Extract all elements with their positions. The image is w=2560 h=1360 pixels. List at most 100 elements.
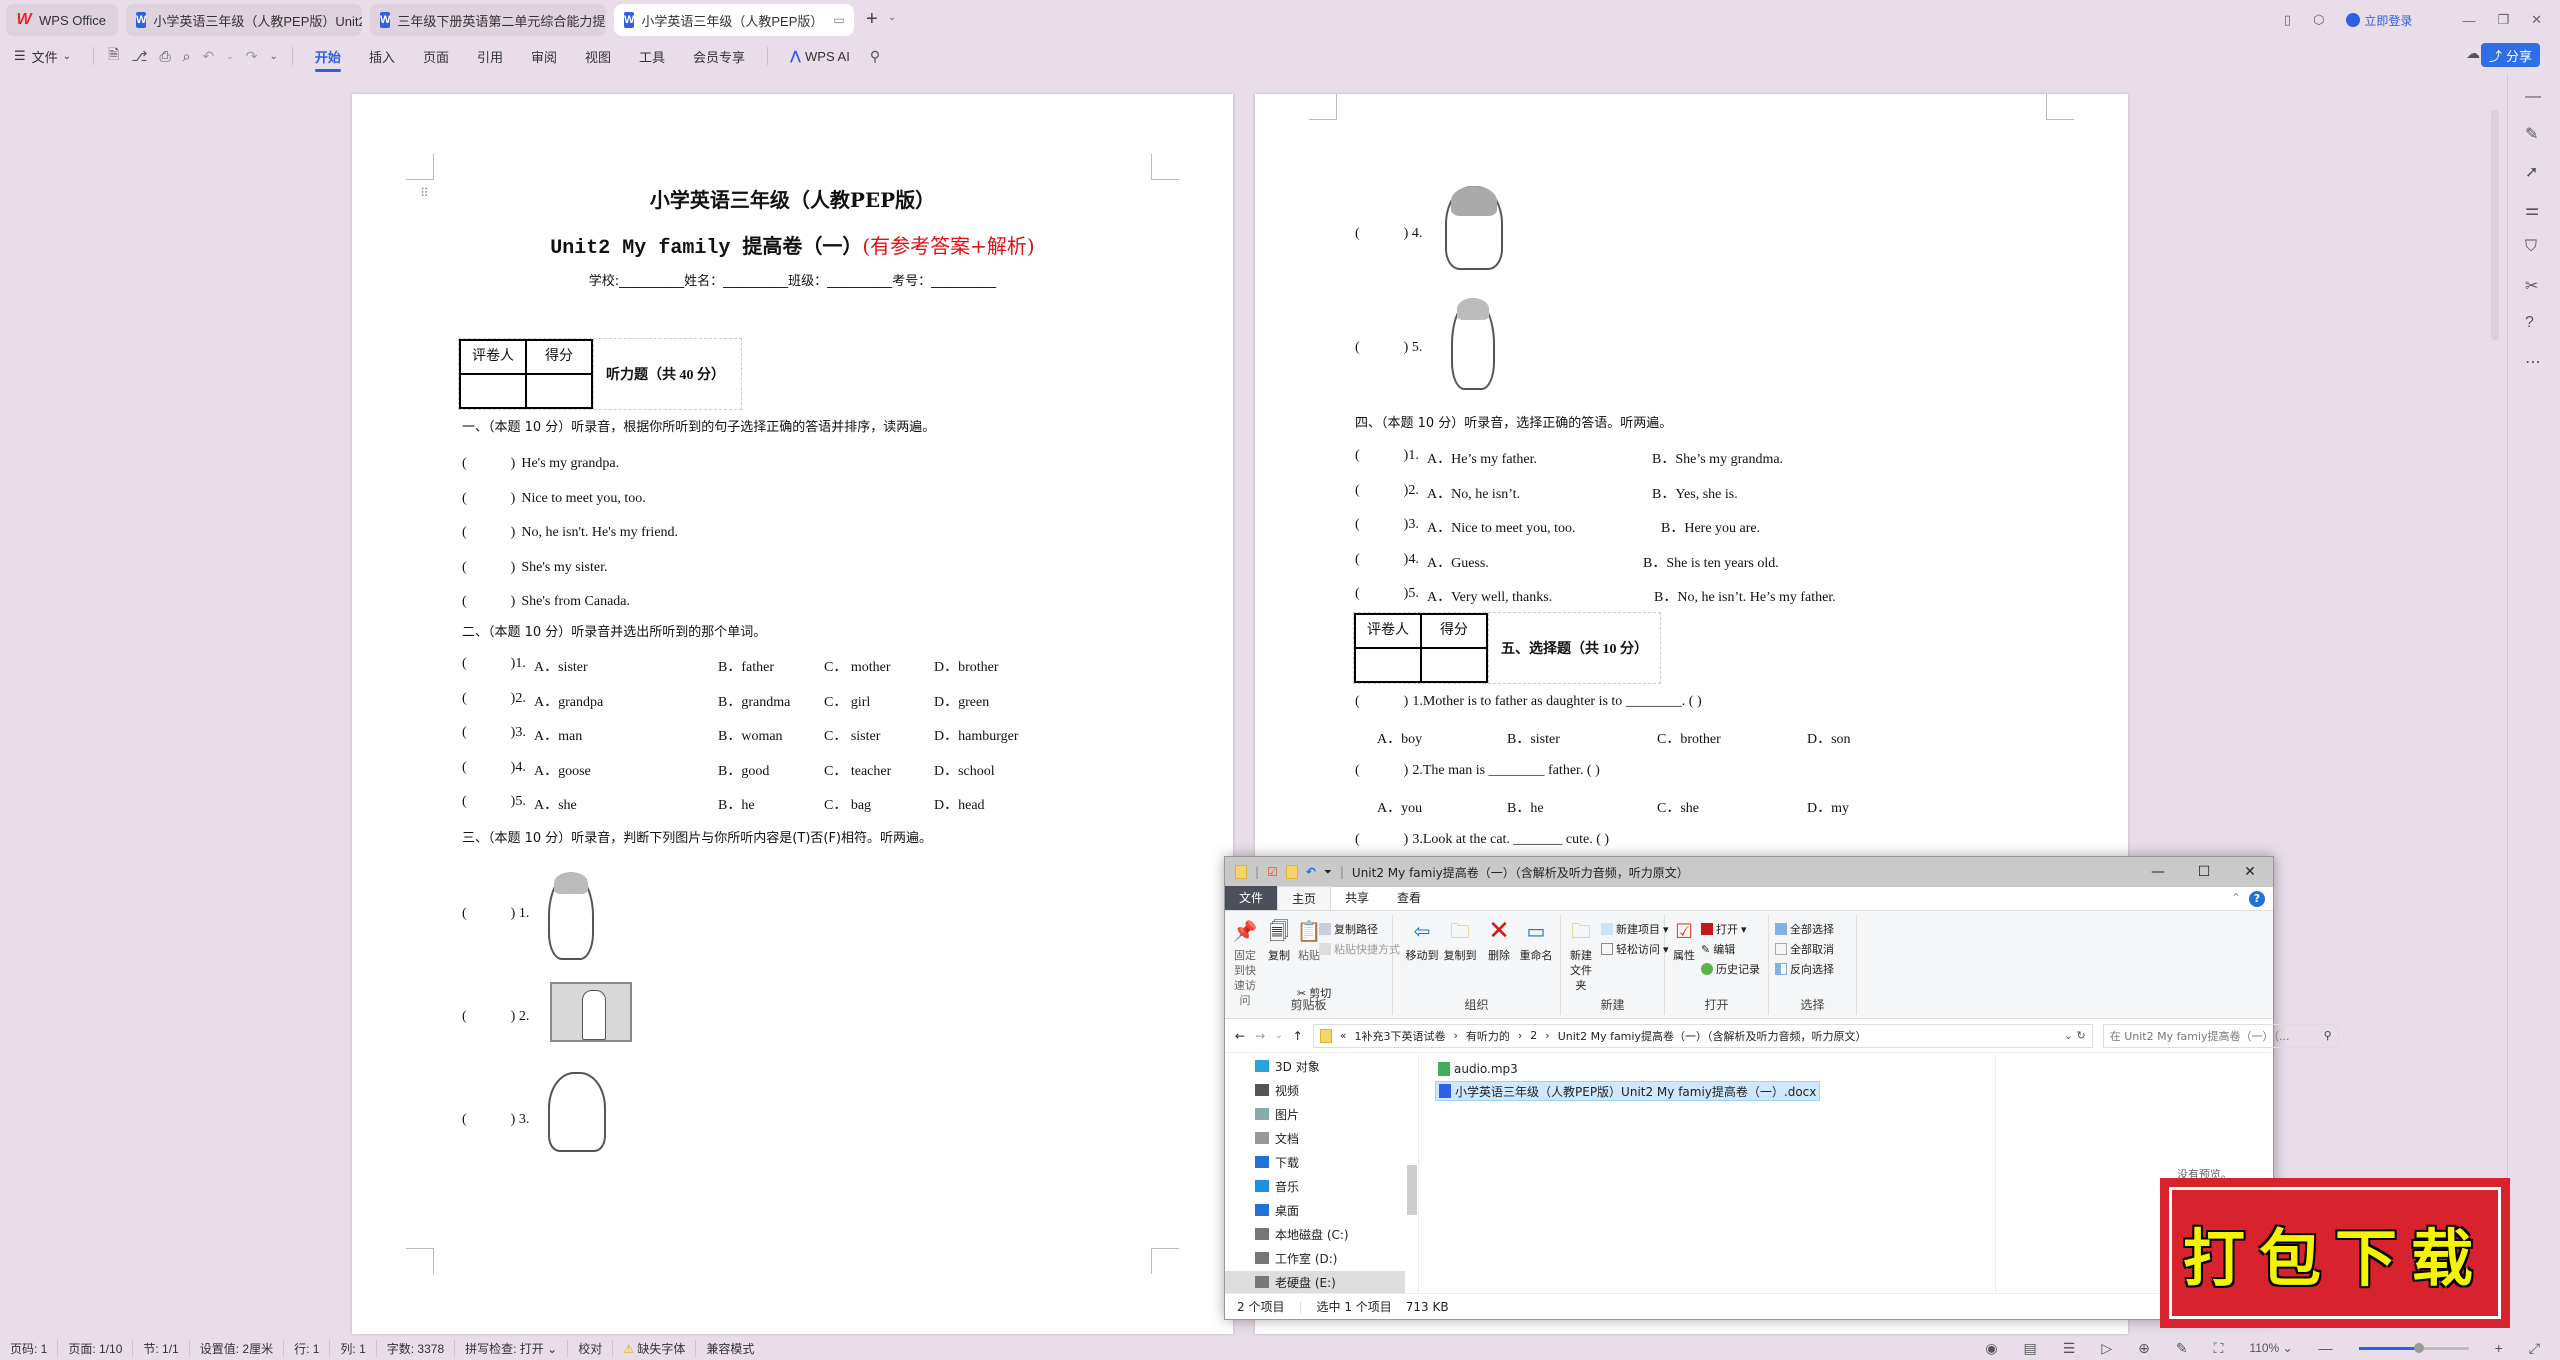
file-item[interactable]: audio.mp3 (1435, 1059, 1521, 1079)
play-icon[interactable]: ▷ (2101, 1340, 2112, 1357)
status-item[interactable]: 校对 (568, 1339, 614, 1357)
tab-document-active[interactable]: W 小学英语三年级（人教PEP版） ▭ ✕ (614, 4, 854, 36)
close-button[interactable]: ✕ (2227, 857, 2273, 887)
answer-blank[interactable]: () (462, 656, 515, 671)
answer-blank[interactable]: () (1355, 763, 1408, 778)
zoom-out-button[interactable]: — (2319, 1340, 2333, 1356)
breadcrumb-item[interactable]: 1补充3下英语试卷 (1354, 1028, 1445, 1044)
minimize-button[interactable]: — (2135, 857, 2181, 887)
fit-page-icon[interactable]: ⛶ (2214, 1340, 2224, 1357)
nav-item[interactable]: 工作室 (D:) (1255, 1247, 1337, 1269)
menu-membership[interactable]: 会员专享 (679, 40, 759, 72)
ribbon-tab-view[interactable]: 查看 (1383, 886, 1435, 910)
help-icon[interactable]: ? (2525, 314, 2534, 332)
wps-ai-button[interactable]: ⋀ WPS AI (776, 40, 864, 72)
login-button[interactable]: 立即登录 (2346, 12, 2412, 29)
zoom-slider[interactable] (2358, 1342, 2469, 1353)
answer-blank[interactable]: () (1355, 586, 1408, 601)
answer-blank[interactable]: () (1355, 552, 1408, 567)
cursor-icon[interactable]: ➚ (2525, 162, 2538, 182)
zoom-level[interactable]: 110% ⌄ (2249, 1341, 2292, 1355)
download-stamp-banner[interactable]: 打包下载 (2160, 1178, 2510, 1328)
print-preview-icon[interactable]: ⌕ (177, 48, 197, 65)
rename-button[interactable]: ▭ 重命名 (1517, 917, 1555, 963)
search-box[interactable]: 在 Unit2 My famiy提高卷（一）（... ⚲ (2102, 1023, 2339, 1048)
more-icon[interactable]: ⋯ (2525, 352, 2541, 372)
overflow-icon[interactable]: « (1340, 1029, 1347, 1042)
breadcrumb-item[interactable]: 2 (1530, 1029, 1537, 1042)
up-button[interactable]: ↑ (1293, 1029, 1303, 1043)
page-view-icon[interactable]: ▤ (2024, 1340, 2037, 1357)
menu-reference[interactable]: 引用 (463, 40, 517, 72)
answer-blank[interactable]: () (462, 560, 515, 575)
answer-blank[interactable]: () (1355, 483, 1408, 498)
cube-icon[interactable]: ⬡ (2313, 12, 2324, 28)
undo-dropdown-icon[interactable]: ⌄ (220, 51, 240, 62)
delete-button[interactable]: ✕ 删除 (1485, 917, 1513, 963)
sliders-icon[interactable]: ⚌ (2525, 200, 2539, 220)
copy-path-button[interactable]: 复制路径 (1319, 921, 1378, 937)
answer-blank[interactable]: () (462, 794, 515, 809)
new-item-button[interactable]: 新建项目 ▾ (1601, 921, 1669, 937)
answer-blank[interactable]: () (462, 594, 515, 609)
pin-quick-access-button[interactable]: 📌 固定到快速访问 (1229, 917, 1261, 1008)
answer-blank[interactable]: () (462, 491, 515, 506)
nav-scrollbar[interactable] (1405, 1055, 1419, 1293)
pen-icon[interactable]: ✎ (2525, 124, 2538, 144)
select-none-button[interactable]: 全部取消 (1775, 941, 1834, 957)
close-window-button[interactable]: ✕ (2531, 12, 2542, 28)
print-icon[interactable]: ⎙ (153, 48, 176, 65)
eye-protection-icon[interactable]: ◉ (1985, 1340, 1997, 1357)
explorer-title-bar[interactable]: | ☑ ↶ ⏷ | Unit2 My famiy提高卷（一）（含解析及听力音频，… (1225, 857, 2273, 887)
status-item[interactable]: ⚠ 缺失字体 (613, 1339, 697, 1357)
save-icon[interactable]: 🗎 (102, 44, 125, 68)
properties-button[interactable]: ☑ 属性 (1671, 917, 1697, 963)
nav-item[interactable]: 3D 对象 (1255, 1055, 1320, 1077)
properties-quick-icon[interactable]: ☑ (1267, 865, 1278, 879)
score-input-cell[interactable] (1420, 647, 1488, 683)
breadcrumb-item[interactable]: 有听力的 (1466, 1028, 1510, 1044)
select-all-button[interactable]: 全部选择 (1775, 921, 1834, 937)
nav-item[interactable]: 视频 (1255, 1079, 1299, 1101)
paste-shortcut-button[interactable]: 粘贴快捷方式 (1319, 941, 1400, 957)
invert-selection-button[interactable]: 反向选择 (1775, 961, 1834, 977)
nav-item[interactable]: 本地磁盘 (C:) (1255, 1223, 1349, 1245)
ribbon-tab-file[interactable]: 文件 (1225, 886, 1278, 910)
grader-input-cell[interactable] (1354, 647, 1422, 683)
monitor-icon[interactable]: ▭ (833, 13, 844, 27)
pen-icon[interactable]: ✎ (2176, 1340, 2188, 1357)
nav-item[interactable]: 桌面 (1255, 1199, 1299, 1221)
restore-button[interactable]: ❐ (2497, 12, 2509, 28)
web-view-icon[interactable]: ⊕ (2138, 1340, 2150, 1357)
search-icon[interactable]: ⚲ (864, 48, 886, 65)
collapse-icon[interactable]: — (2525, 88, 2541, 106)
answer-blank[interactable]: () (462, 725, 515, 740)
back-button[interactable]: ← (1235, 1029, 1245, 1043)
score-input-cell[interactable] (525, 373, 593, 409)
nav-item[interactable]: 文档 (1255, 1127, 1299, 1149)
address-bar[interactable]: « 1补充3下英语试卷 › 有听力的 › 2 › Unit2 My famiy提高卷（… (1312, 1023, 2093, 1048)
menu-page[interactable]: 页面 (409, 40, 463, 72)
nav-item[interactable]: 图片 (1255, 1103, 1299, 1125)
vertical-scrollbar[interactable] (2491, 110, 2499, 340)
fullscreen-icon[interactable]: ⤢ (2529, 1340, 2540, 1357)
export-icon[interactable]: ⎇ (125, 48, 153, 65)
minimize-button[interactable]: — (2462, 13, 2475, 28)
ribbon-tab-share[interactable]: 共享 (1331, 886, 1383, 910)
answer-blank[interactable]: () (1355, 517, 1408, 532)
menu-tools[interactable]: 工具 (625, 40, 679, 72)
grader-input-cell[interactable] (459, 373, 527, 409)
tab-document[interactable]: W 三年级下册英语第二单元综合能力提 (370, 4, 606, 36)
answer-blank[interactable]: () (462, 760, 515, 775)
answer-blank[interactable]: () (1355, 832, 1408, 847)
ribbon-tab-home[interactable]: 主页 (1277, 886, 1332, 910)
file-item[interactable]: 小学英语三年级（人教PEP版）Unit2 My famiy提高卷（一）.docx (1435, 1081, 1821, 1101)
style-icon[interactable]: ⛉ (2525, 238, 2537, 256)
tab-wps-office[interactable]: W WPS Office (6, 4, 118, 36)
edit-button[interactable]: ✎ 编辑 (1701, 941, 1735, 957)
answer-blank[interactable]: () (462, 525, 515, 540)
nav-item[interactable]: 音乐 (1255, 1175, 1299, 1197)
undo-icon[interactable]: ↶ (197, 48, 221, 65)
new-tab-button[interactable]: + (866, 8, 878, 31)
zoom-slider-knob[interactable] (2414, 1342, 2425, 1353)
